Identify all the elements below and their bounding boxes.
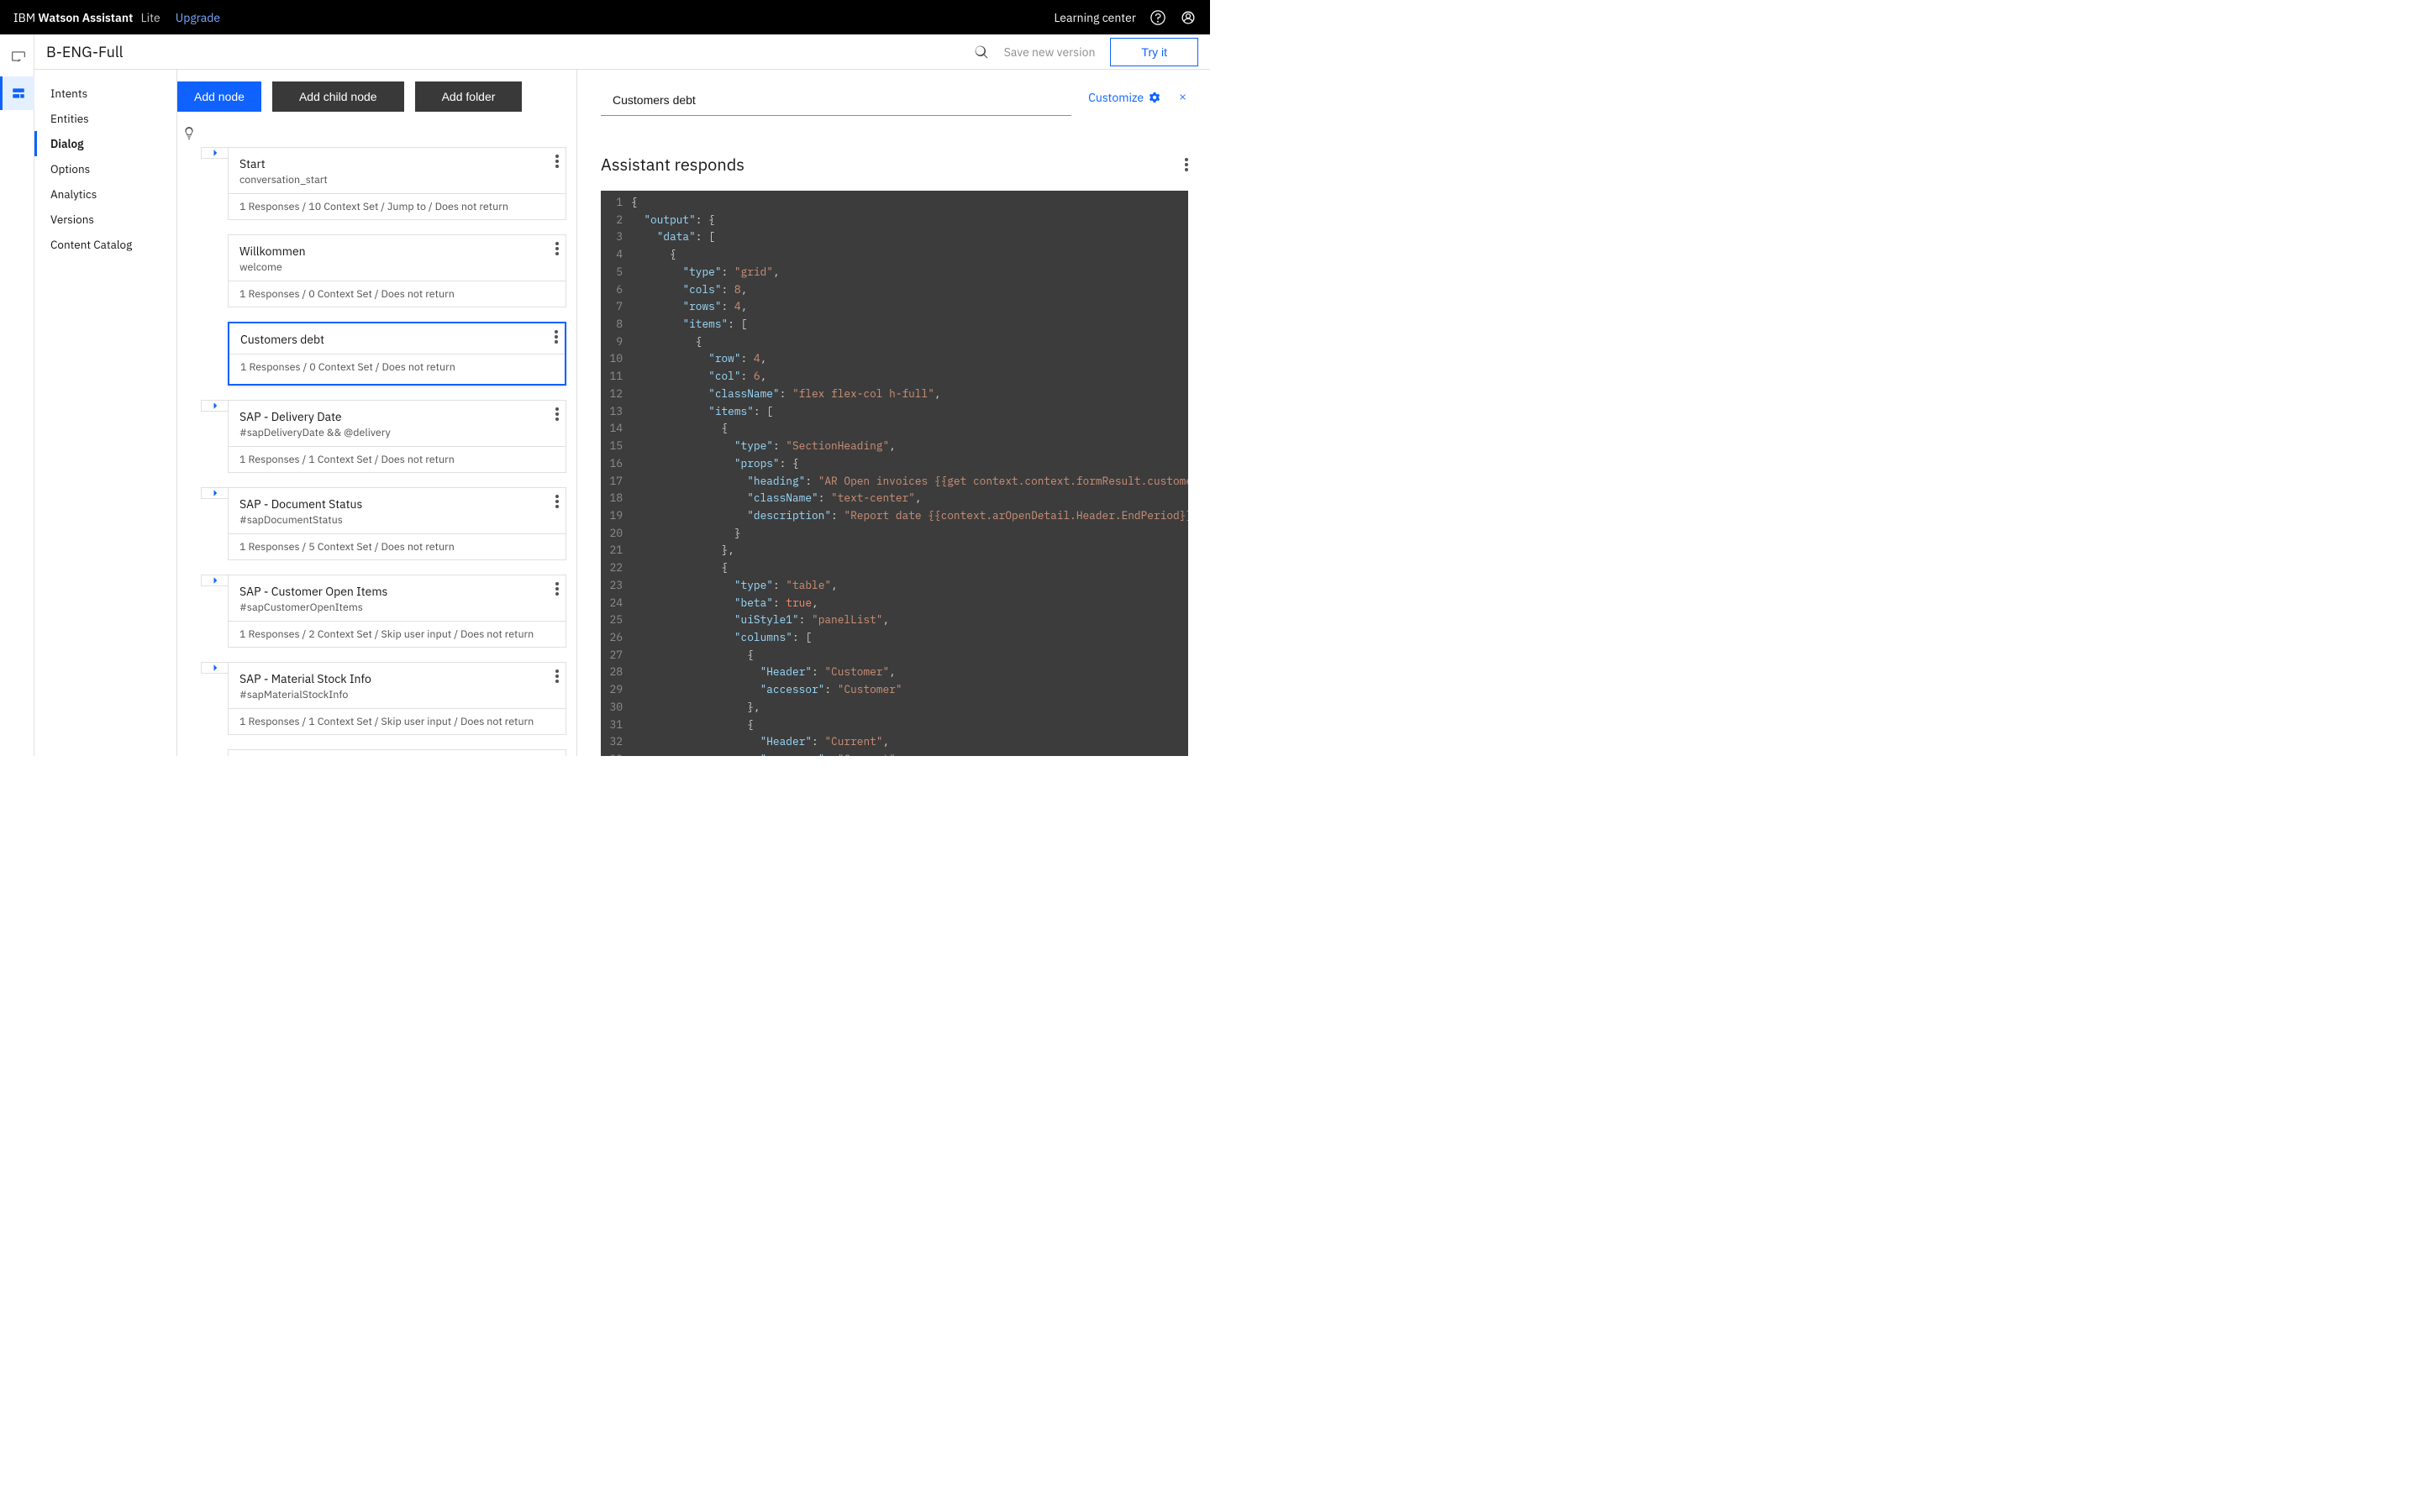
node-card[interactable]: SAP - Customer Open Items #sapCustomerOpe… xyxy=(228,575,566,648)
node-name-input[interactable] xyxy=(601,88,1071,116)
page-header: B-ENG-Full Save new version Try it xyxy=(34,34,1210,70)
responds-title: Assistant responds xyxy=(601,153,1185,176)
node-condition: conversation_start xyxy=(239,173,539,186)
node-summary: 1 Responses / 2 Context Set / Skip user … xyxy=(229,621,566,647)
node-summary: 1 Responses / 0 Context Set / Does not r… xyxy=(229,354,565,380)
dialog-node[interactable]: SAP - Reset Password#sapResetPassword xyxy=(201,749,566,756)
brand-prefix: IBM xyxy=(13,10,38,25)
expand-toggle[interactable] xyxy=(201,662,228,674)
add-child-node-button[interactable]: Add child node xyxy=(272,81,404,112)
subnav-versions[interactable]: Versions xyxy=(34,207,176,232)
node-title: SAP - Customer Open Items xyxy=(239,584,539,599)
page-title: B-ENG-Full xyxy=(46,42,124,61)
subnav-entities[interactable]: Entities xyxy=(34,106,176,131)
node-condition: welcome xyxy=(239,260,539,274)
lightbulb-icon xyxy=(181,125,197,142)
expand-toggle[interactable] xyxy=(201,400,228,412)
dialog-node[interactable]: SAP - Customer Open Items #sapCustomerOpe… xyxy=(201,575,566,648)
add-node-button[interactable]: Add node xyxy=(177,81,261,112)
dialog-node[interactable]: Willkommenwelcome 1 Responses / 0 Context… xyxy=(201,234,566,307)
node-card[interactable]: SAP - Document Status#sapDocumentStatus 1… xyxy=(228,487,566,560)
node-menu-icon[interactable] xyxy=(555,155,559,168)
dialog-node[interactable]: Customers debt 1 Responses / 0 Context Se… xyxy=(201,322,566,386)
node-card[interactable]: SAP - Material Stock Info #sapMaterialSto… xyxy=(228,662,566,735)
dialog-column: Add node Add child node Add folder Start… xyxy=(177,70,577,756)
customize-label: Customize xyxy=(1088,90,1144,105)
node-title: SAP - Delivery Date xyxy=(239,409,539,424)
dialog-node[interactable]: SAP - Material Stock Info #sapMaterialSto… xyxy=(201,662,566,735)
close-icon[interactable] xyxy=(1177,92,1188,102)
node-title: SAP - Material Stock Info xyxy=(239,671,539,686)
subnav-intents[interactable]: Intents xyxy=(34,81,176,106)
node-detail-panel: Customize Assistant responds 1{2 "output… xyxy=(577,70,1210,756)
upgrade-link[interactable]: Upgrade xyxy=(176,10,220,25)
node-menu-icon[interactable] xyxy=(555,582,559,596)
node-summary: 1 Responses / 10 Context Set / Jump to /… xyxy=(229,193,566,219)
dialog-node[interactable]: SAP - Document Status#sapDocumentStatus 1… xyxy=(201,487,566,560)
rail-chat-icon[interactable] xyxy=(0,39,34,73)
gear-icon xyxy=(1149,92,1160,103)
brand: IBM Watson Assistant Lite xyxy=(13,10,160,25)
node-title: SAP - Document Status xyxy=(239,496,539,512)
subnav-options[interactable]: Options xyxy=(34,156,176,181)
rail-skill-icon[interactable] xyxy=(0,76,34,110)
node-menu-icon[interactable] xyxy=(555,495,559,508)
expand-toggle[interactable] xyxy=(201,487,228,499)
learning-center-link[interactable]: Learning center xyxy=(1054,10,1136,25)
subnav-dialog[interactable]: Dialog xyxy=(34,131,176,156)
node-summary: 1 Responses / 1 Context Set / Skip user … xyxy=(229,708,566,734)
node-menu-icon[interactable] xyxy=(555,330,558,344)
dialog-toolbar: Add node Add child node Add folder xyxy=(177,81,576,112)
node-summary: 1 Responses / 0 Context Set / Does not r… xyxy=(229,281,566,307)
node-condition: #sapMaterialStockInfo xyxy=(239,688,539,701)
subnav-analytics[interactable]: Analytics xyxy=(34,181,176,207)
try-it-button[interactable]: Try it xyxy=(1110,38,1198,66)
node-card[interactable]: Willkommenwelcome 1 Responses / 0 Context… xyxy=(228,234,566,307)
left-rail xyxy=(0,34,34,756)
node-condition: #sapDeliveryDate && @delivery xyxy=(239,426,539,439)
node-card[interactable]: Start conversation_start 1 Responses / 10 … xyxy=(228,147,566,220)
node-list[interactable]: Start conversation_start 1 Responses / 10 … xyxy=(177,147,576,756)
brand-plan: Lite xyxy=(138,10,160,25)
node-card[interactable]: SAP - Reset Password#sapResetPassword xyxy=(228,749,566,756)
expand-toggle[interactable] xyxy=(201,147,228,159)
responds-menu-icon[interactable] xyxy=(1185,158,1188,171)
node-summary: 1 Responses / 1 Context Set / Does not r… xyxy=(229,446,566,472)
node-menu-icon[interactable] xyxy=(555,669,559,683)
help-icon[interactable] xyxy=(1150,9,1166,26)
node-condition: #sapCustomerOpenItems xyxy=(239,601,539,614)
add-folder-button[interactable]: Add folder xyxy=(415,81,523,112)
node-title: Start xyxy=(239,156,539,171)
node-condition: #sapDocumentStatus xyxy=(239,513,539,527)
dialog-node[interactable]: SAP - Delivery Date #sapDeliveryDate && @… xyxy=(201,400,566,473)
node-menu-icon[interactable] xyxy=(555,242,559,255)
sub-nav: Intents Entities Dialog Options Analytic… xyxy=(34,70,177,756)
expand-toggle[interactable] xyxy=(201,575,228,586)
node-card[interactable]: SAP - Delivery Date #sapDeliveryDate && @… xyxy=(228,400,566,473)
user-avatar-icon[interactable] xyxy=(1180,9,1197,26)
node-title: Customers debt xyxy=(240,332,538,347)
save-version-link[interactable]: Save new version xyxy=(1004,45,1096,60)
subnav-content-catalog[interactable]: Content Catalog xyxy=(34,232,176,257)
node-summary: 1 Responses / 5 Context Set / Does not r… xyxy=(229,533,566,559)
node-card[interactable]: Customers debt 1 Responses / 0 Context Se… xyxy=(228,322,566,386)
json-editor[interactable]: 1{2 "output": {3 "data": [4 {5 "type": "… xyxy=(601,191,1188,756)
dialog-node[interactable]: Start conversation_start 1 Responses / 10 … xyxy=(201,147,566,220)
node-title: Willkommen xyxy=(239,244,539,259)
search-icon[interactable] xyxy=(974,45,989,60)
customize-link[interactable]: Customize xyxy=(1088,90,1160,105)
app-header: IBM Watson Assistant Lite Upgrade Learni… xyxy=(0,0,1210,34)
brand-name: Watson Assistant xyxy=(38,10,133,25)
node-menu-icon[interactable] xyxy=(555,407,559,421)
